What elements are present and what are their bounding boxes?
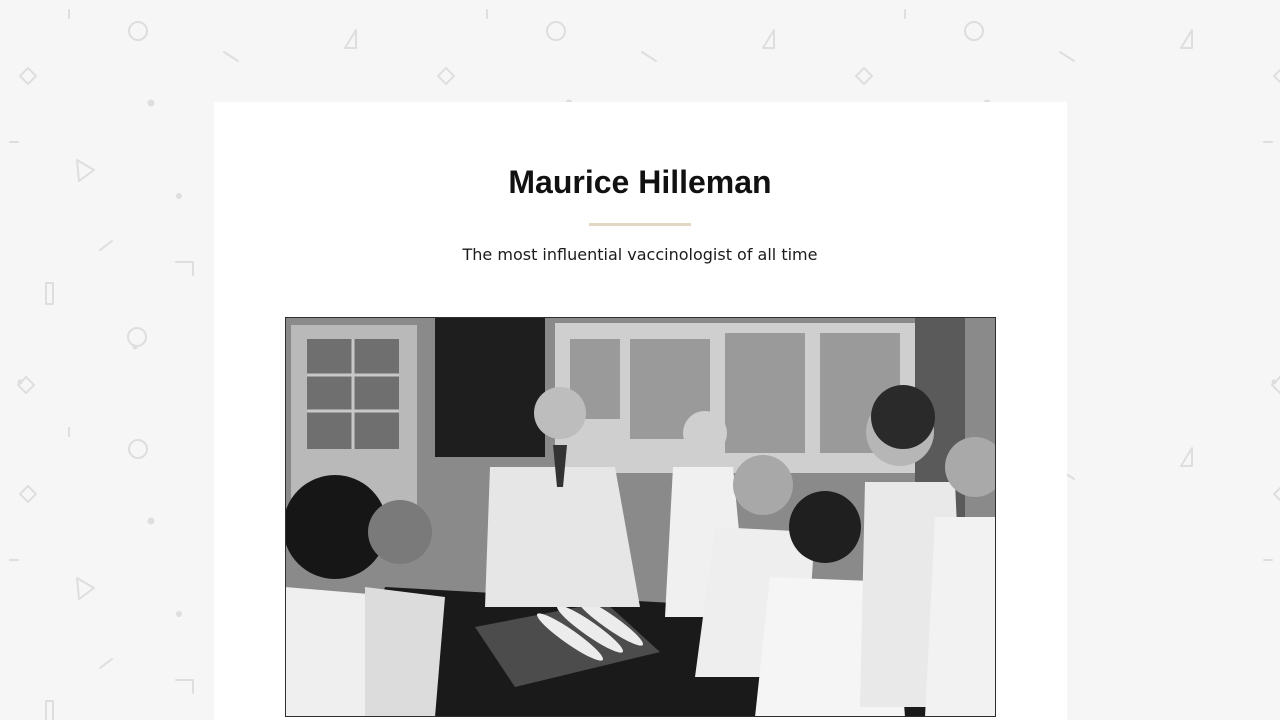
page-title: Maurice Hilleman — [508, 164, 772, 200]
page-subtitle: The most influential vaccinologist of al… — [462, 245, 818, 264]
hero-photo — [285, 317, 996, 717]
title-divider — [589, 223, 691, 226]
page: { "page": { "title": "Maurice Hilleman",… — [0, 0, 1280, 720]
photo-central-figure — [485, 467, 640, 607]
photo-board — [435, 317, 545, 457]
